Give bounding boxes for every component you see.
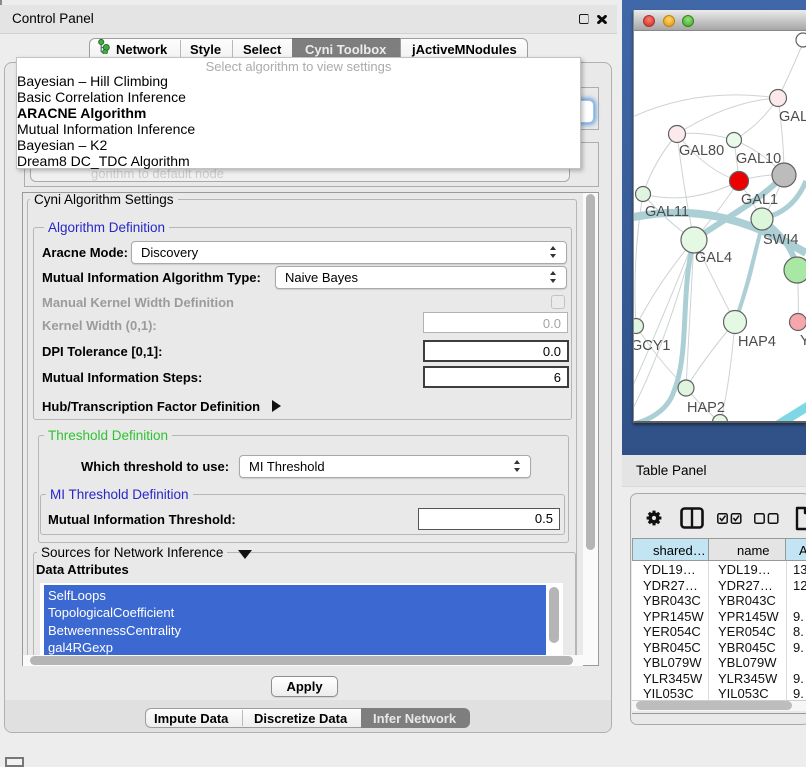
svg-text:GAL: GAL bbox=[779, 109, 806, 125]
svg-text:SWI4: SWI4 bbox=[763, 232, 798, 248]
svg-text:GAL11: GAL11 bbox=[645, 204, 689, 220]
svg-text:GAL80: GAL80 bbox=[679, 143, 724, 159]
svg-text:HAP4: HAP4 bbox=[738, 334, 776, 350]
svg-text:GAL10: GAL10 bbox=[736, 151, 781, 167]
svg-text:Y: Y bbox=[800, 333, 806, 349]
svg-text:GAL1: GAL1 bbox=[741, 192, 778, 208]
svg-text:GCY1: GCY1 bbox=[634, 338, 671, 354]
svg-text:GAL4: GAL4 bbox=[695, 250, 732, 266]
svg-text:HAP2: HAP2 bbox=[687, 400, 725, 416]
